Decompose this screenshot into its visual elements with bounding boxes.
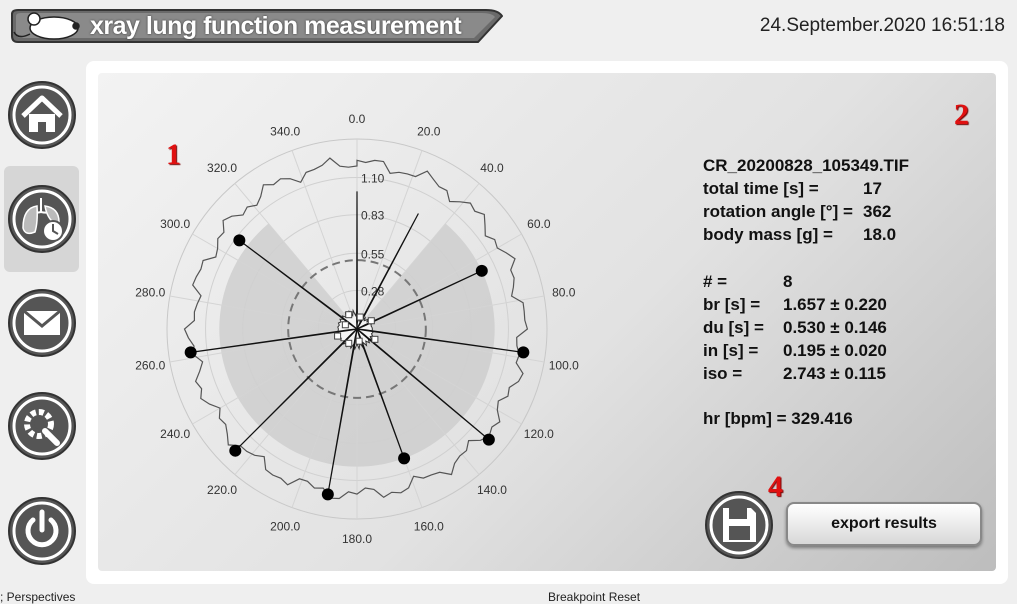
count-label: # = bbox=[703, 272, 728, 291]
chart-marker-point-0 bbox=[475, 264, 488, 277]
chart-radial-tick-label: 0.55 bbox=[361, 247, 385, 261]
chart-angle-tick-label: 120.0 bbox=[524, 427, 554, 441]
total-time-value: 17 bbox=[863, 179, 882, 198]
home-icon bbox=[8, 81, 76, 149]
annotation-badge-1: 1 bbox=[166, 138, 181, 171]
rotation-angle-value: 362 bbox=[863, 202, 892, 221]
settings-button[interactable] bbox=[7, 391, 77, 461]
power-button[interactable] bbox=[7, 496, 77, 566]
br-label: br [s] = bbox=[703, 295, 761, 314]
chart-angle-tick-label: 140.0 bbox=[477, 483, 507, 497]
rotation-angle-label: rotation angle [°] = bbox=[703, 202, 853, 221]
annotation-badge-2: 2 bbox=[954, 98, 969, 131]
du-value: 0.530 ± 0.146 bbox=[783, 318, 887, 337]
chart-marker-point-1 bbox=[517, 346, 530, 359]
chart-angle-tick-label: 220.0 bbox=[207, 483, 237, 497]
chart-radial-tick-label: 0.83 bbox=[361, 209, 385, 223]
chart-radial-tick-label: 1.10 bbox=[361, 172, 385, 186]
power-icon bbox=[8, 497, 76, 565]
chart-center-square-3 bbox=[355, 337, 363, 345]
chart-angle-tick-label: 340.0 bbox=[270, 125, 300, 139]
chart-center-square-2 bbox=[371, 335, 379, 343]
app-title-bar: xray lung function measurement bbox=[8, 8, 503, 44]
lung-measurement-button[interactable] bbox=[7, 184, 77, 254]
chart-angle-tick-label: 20.0 bbox=[417, 125, 441, 139]
iso-label: iso = bbox=[703, 364, 743, 383]
chart-marker-point-4 bbox=[321, 488, 334, 501]
chart-marker-point-3 bbox=[398, 452, 411, 465]
chart-angle-tick-label: 260.0 bbox=[135, 358, 165, 372]
chart-radial-tick-label: 0.28 bbox=[361, 284, 385, 298]
chart-center-square-6 bbox=[341, 321, 349, 329]
settings-icon bbox=[8, 392, 76, 460]
body-mass-label: body mass [g] = bbox=[703, 225, 833, 244]
chart-center-square-1 bbox=[367, 317, 375, 325]
heart-rate: hr [bpm] = 329.416 bbox=[703, 409, 853, 428]
chart-center-square-0 bbox=[356, 313, 364, 321]
chart-center-square-4 bbox=[345, 339, 353, 347]
floppy-disk-icon bbox=[705, 491, 773, 559]
home-button[interactable] bbox=[7, 80, 77, 150]
chart-angle-tick-label: 180.0 bbox=[342, 532, 372, 546]
datetime-display: 24.September.2020 16:51:18 bbox=[759, 15, 1005, 36]
bottom-left-text: ; Perspectives bbox=[0, 590, 76, 604]
chart-marker-point-5 bbox=[229, 444, 242, 457]
export-results-button[interactable]: export results bbox=[786, 502, 982, 546]
chart-marker-point-7 bbox=[233, 234, 246, 247]
chart-angle-tick-label: 280.0 bbox=[135, 286, 165, 300]
chart-angle-tick-label: 40.0 bbox=[480, 161, 504, 175]
total-time-label: total time [s] = bbox=[703, 179, 819, 198]
app-title: xray lung function measurement bbox=[90, 12, 462, 40]
chart-angle-tick-label: 240.0 bbox=[160, 427, 190, 441]
in-label: in [s] = bbox=[703, 341, 759, 360]
chart-spike-0 bbox=[356, 191, 358, 330]
chart-angle-tick-label: 160.0 bbox=[414, 519, 444, 533]
chart-center-square-5 bbox=[334, 332, 342, 340]
du-label: du [s] = bbox=[703, 318, 764, 337]
filename: CR_20200828_105349.TIF bbox=[703, 156, 910, 175]
count-value: 8 bbox=[783, 272, 793, 291]
chart-angle-tick-label: 320.0 bbox=[207, 161, 237, 175]
chart-angle-tick-label: 0.0 bbox=[349, 112, 366, 126]
chart-angle-tick-label: 300.0 bbox=[160, 217, 190, 231]
mail-icon bbox=[8, 289, 76, 357]
br-value: 1.657 ± 0.220 bbox=[783, 295, 887, 314]
iso-value: 2.743 ± 0.115 bbox=[783, 364, 886, 383]
chart-angle-tick-label: 200.0 bbox=[270, 519, 300, 533]
chart-angle-tick-label: 80.0 bbox=[552, 286, 576, 300]
lung-measurement-icon bbox=[8, 185, 76, 253]
chart-angle-tick-label: 100.0 bbox=[549, 358, 579, 372]
in-value: 0.195 ± 0.020 bbox=[783, 341, 887, 360]
mail-button[interactable] bbox=[7, 288, 77, 358]
chart-center-square-7 bbox=[345, 311, 353, 319]
save-button[interactable] bbox=[704, 490, 774, 560]
chart-marker-point-6 bbox=[184, 346, 197, 359]
chart-marker-point-2 bbox=[482, 433, 495, 446]
chart-angle-tick-label: 60.0 bbox=[527, 217, 551, 231]
body-mass-value: 18.0 bbox=[863, 225, 897, 244]
bottom-right-text: Breakpoint Reset bbox=[548, 590, 641, 604]
